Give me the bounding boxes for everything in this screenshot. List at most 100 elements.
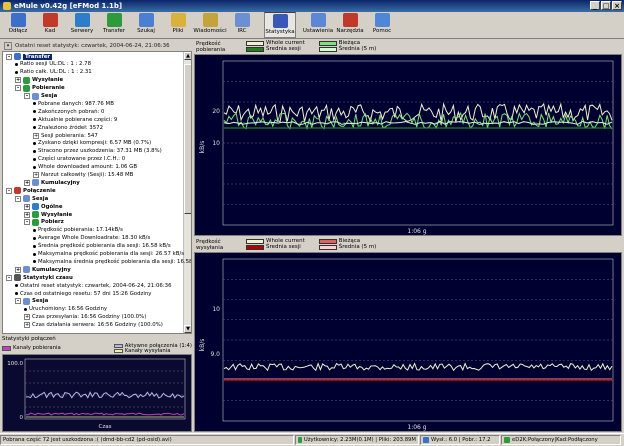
collapse-icon[interactable]: - (24, 93, 30, 99)
y-axis-label: kB/s (199, 339, 206, 352)
tree-item[interactable]: + Czas przesyłania: 16:56 Godziny (100.0%… (24, 314, 146, 321)
toolbar-button-tools[interactable]: Narzędzia (334, 12, 366, 38)
upload-speed-panel: Prędkość wysyłania Whole current Średnia… (194, 238, 622, 432)
tree-item[interactable]: Ratio sesji UL:DL : 1 : 2.78 (15, 61, 91, 68)
dl-session-average-label: Średnia sesji (266, 46, 301, 52)
toolbar-button-transfer[interactable]: Transfer (98, 12, 130, 38)
current-series (223, 111, 613, 131)
tree-item[interactable]: + Sesji pobierania: 547 (33, 132, 98, 139)
collapse-icon[interactable]: - (6, 187, 12, 194)
tree-item-label: Ostatni reset statystyk: czwartek, 2004-… (20, 282, 172, 289)
expand-icon[interactable]: + (24, 203, 30, 210)
expand-icon[interactable]: + (15, 77, 21, 84)
tree-item[interactable]: Części uratowane przez I.C.H.: 0 (33, 156, 125, 163)
expand-icon[interactable]: + (24, 211, 30, 218)
y-tick-label: 0 (20, 415, 24, 421)
toolbar-button-disconnect[interactable]: Odłącz (2, 12, 34, 38)
toolbar-button-servers[interactable]: Serwery (66, 12, 98, 38)
tree-item[interactable]: Zyskano dzięki kompresji: 6.57 MB (0.7%) (33, 140, 151, 147)
tree-item[interactable]: + Wysyłanie (15, 76, 64, 84)
expand-icon[interactable]: + (24, 179, 30, 186)
servers-icon (74, 13, 90, 27)
tree-item[interactable]: Ostatni reset statystyk: czwartek, 2004-… (15, 282, 172, 289)
tree-item[interactable]: - Sesja (24, 92, 57, 100)
collapse-icon[interactable]: - (24, 219, 30, 226)
expand-icon[interactable]: + (33, 172, 39, 178)
tree-item[interactable]: - Pobierz (24, 218, 64, 226)
tree-item[interactable]: + Czas działania serwera: 16:56 Godziny (… (24, 322, 163, 329)
tree-item[interactable]: Czas od ostatniego resetu: 57 dni 15:26 … (15, 290, 151, 297)
tree-item-label: Kumulacyjny (32, 266, 71, 273)
tree-item[interactable]: Ratio całk. UL:DL : 1 : 2.31 (15, 69, 92, 76)
toolbar-button-irc[interactable]: IRC (226, 12, 258, 38)
toolbar-button-search[interactable]: Szukaj (130, 12, 162, 38)
tree-scrollbar[interactable]: ▲ ▼ (183, 52, 191, 333)
tree-item[interactable]: + Kumulacyjny (15, 266, 71, 274)
tree-item[interactable]: - Sesja (15, 195, 48, 203)
toolbar-button-statistics[interactable]: Statystyka (264, 12, 296, 38)
tree-item[interactable]: Średnia prędkość pobierania dla sesji: 1… (33, 243, 171, 250)
bullet-icon (33, 165, 36, 169)
toolbar-label: Pomoc (372, 28, 392, 34)
tree-item[interactable]: Whole downloaded amount: 1.06 GB (33, 164, 137, 171)
tree-item[interactable]: - Połączenie (6, 187, 56, 195)
y-tick-label: 20 (212, 108, 220, 115)
main-toolbar: Odłącz Kad Serwery Transfer Szukaj Pliki Wiado… (0, 12, 624, 39)
collapse-icon[interactable]: - (15, 85, 21, 92)
expand-icon[interactable]: + (24, 314, 30, 321)
expand-icon[interactable]: + (24, 322, 30, 329)
tree-item[interactable]: Zakończonych pobrań: 0 (33, 108, 104, 115)
disconnect-icon (10, 13, 26, 27)
maximize-button[interactable]: □ (601, 1, 611, 10)
reset-stats-button[interactable]: ▾ (4, 41, 12, 50)
statistics-tree-panel: ▾ Ostatni reset statystyk: czwartek, 200… (2, 40, 192, 334)
ul-session-average-swatch (246, 244, 264, 250)
tree-item[interactable]: Aktualnie pobierane części: 9 (33, 116, 117, 123)
bullet-icon (33, 252, 36, 256)
minimize-button[interactable]: _ (590, 1, 600, 10)
tree-item-label: Aktualnie pobierane części: 9 (38, 116, 118, 123)
toolbar-button-help[interactable]: Pomoc (366, 12, 398, 38)
collapse-icon[interactable]: - (6, 53, 12, 60)
toolbar-button-settings[interactable]: Ustawienia (302, 12, 334, 38)
tree-item[interactable]: + Ogólne (24, 203, 63, 211)
tree-item[interactable]: Maksymalna prędkość pobierania dla sesji… (33, 251, 184, 258)
tree-item[interactable]: - Sesja (15, 297, 48, 305)
tree-item[interactable]: Maksymalna średnia prędkość pobierania d… (33, 258, 191, 265)
collapse-icon[interactable]: - (6, 274, 12, 281)
collapse-icon[interactable]: - (15, 195, 21, 202)
scroll-down-icon[interactable]: ▼ (184, 325, 191, 333)
tree-item[interactable]: Stracono przez uszkodzenia: 37.31 MB (3.… (33, 148, 162, 155)
tree-item[interactable]: - Statystyki czasu (6, 274, 73, 282)
tree-item[interactable]: + Kumulacyjny (24, 179, 80, 187)
upload-graph-canvas: 10 9.0 kB/s 1:06 g (199, 258, 614, 431)
tree-item[interactable]: + Wysyłanie (24, 211, 72, 218)
tree-item[interactable]: Prędkość pobierania: 17.14kB/s (33, 227, 123, 234)
statistics-tree[interactable]: ▲ ▼ - Transfer Ratio sesji UL:DL : 1 : 2.7… (2, 51, 192, 334)
upload-graph: 10 9.0 kB/s 1:06 g (194, 252, 622, 432)
tree-item[interactable]: Average Whole Downloadrate: 18.30 kB/s (33, 235, 150, 242)
tree-item[interactable]: - Transfer (6, 53, 53, 60)
tree-item[interactable]: - Pobieranie (15, 84, 65, 92)
tree-item[interactable]: + Narzut całkowity (Sesji): 15.48 MB (33, 172, 133, 179)
tree-item-label: Wysyłanie (32, 77, 64, 84)
expand-icon[interactable]: + (33, 132, 39, 139)
toolbar-button-files[interactable]: Pliki (162, 12, 194, 38)
bullet-icon (33, 126, 36, 130)
toolbar-button-kad[interactable]: Kad (34, 12, 66, 38)
collapse-icon[interactable]: - (15, 298, 21, 305)
expand-icon[interactable]: + (15, 266, 21, 273)
tree-item-label: Ogólne (41, 203, 63, 210)
last-reset-label: Ostatni reset statystyk: czwartek, 2004-… (15, 42, 170, 49)
tree-item[interactable]: Znaleziono źródeł: 3572 (33, 124, 103, 131)
scroll-up-icon[interactable]: ▲ (184, 52, 191, 60)
tree-item[interactable]: Pobrane danych: 987.76 MB (33, 100, 114, 107)
close-button[interactable]: × (612, 1, 622, 10)
ul-current-swatch (318, 238, 337, 244)
scroll-thumb[interactable] (184, 64, 191, 214)
y-axis-label: kB/s (199, 141, 206, 154)
tree-item-label: Części uratowane przez I.C.H.: 0 (38, 156, 126, 163)
tree-item[interactable]: Uruchomiony: 16:56 Godziny (24, 306, 107, 313)
toolbar-label: Narzędzia (336, 28, 364, 34)
toolbar-button-messages[interactable]: Wiadomości (193, 12, 227, 38)
